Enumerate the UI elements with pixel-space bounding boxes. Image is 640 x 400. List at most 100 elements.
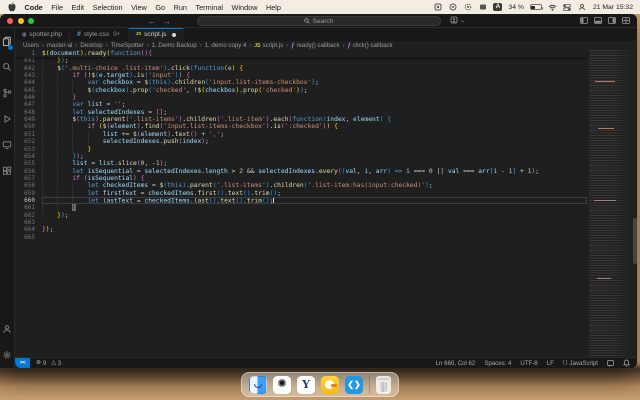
line-code[interactable]: } — [42, 204, 587, 212]
menu-item-run[interactable]: Run — [174, 3, 187, 12]
line-number[interactable]: 643 — [15, 72, 42, 79]
input-source-icon[interactable]: A — [493, 3, 503, 11]
line-number[interactable]: 651 — [15, 131, 42, 138]
minimize-window-button[interactable] — [17, 18, 24, 24]
line-number[interactable]: 641 — [15, 57, 42, 64]
breadcrumb-item[interactable]: 1. Demo Backup — [152, 42, 197, 49]
breadcrumb-item[interactable]: ƒ ready() callback — [291, 42, 339, 49]
line-code[interactable]: var list = ''; — [42, 101, 587, 109]
code-line-645[interactable]: 645 $(checkbox).prop('checked', !$(check… — [15, 86, 587, 94]
line-code[interactable]: list += $(element).text() + ','; — [42, 130, 587, 138]
activity-explorer-icon[interactable] — [0, 28, 14, 54]
code-line-659[interactable]: 659 let firstText = checkedItems.first()… — [15, 189, 587, 197]
line-code[interactable]: } — [42, 145, 587, 153]
line-number[interactable]: 661 — [15, 204, 42, 211]
line-number[interactable]: 648 — [15, 109, 42, 116]
tab-style-css[interactable]: # style.css 9+ — [69, 28, 129, 41]
code-line-651[interactable]: 651 list += $(element).text() + ','; — [15, 130, 587, 138]
command-center-search[interactable]: Search — [196, 16, 441, 26]
line-number[interactable]: 656 — [15, 168, 42, 175]
apple-menu-icon[interactable] — [7, 2, 16, 12]
breadcrumb-item[interactable]: Desktop — [80, 42, 102, 49]
line-number[interactable]: 665 — [15, 234, 42, 241]
problems-status[interactable]: ⊗ 9 △ 3 — [36, 360, 61, 367]
code-editor[interactable]: 1 $(document).ready(function(){ 641 }); 64… — [15, 50, 637, 357]
menu-item-go[interactable]: Go — [155, 3, 165, 12]
line-code[interactable]: list = list.slice(0, -1); — [42, 160, 587, 168]
close-window-button[interactable] — [7, 18, 13, 24]
navigate-back-icon[interactable]: ← — [148, 17, 156, 26]
line-code[interactable]: $(checkbox).prop('checked', !$(checkbox)… — [42, 86, 587, 94]
cursor-position[interactable]: Ln 660, Col 62 — [436, 360, 476, 367]
zoom-window-button[interactable] — [28, 18, 34, 24]
duck-app-dock-icon[interactable] — [321, 375, 339, 394]
code-line-665[interactable]: 665 — [15, 234, 587, 241]
line-code[interactable]: }); — [42, 211, 587, 219]
customize-layout-icon[interactable] — [622, 17, 630, 24]
control-center-icon[interactable] — [563, 3, 572, 12]
eol-status[interactable]: LF — [547, 360, 554, 367]
line-code[interactable]: if ($(element).find('input.list-items-ch… — [42, 123, 587, 131]
code-line-650[interactable]: 650 if ($(element).find('input.list-item… — [15, 123, 587, 131]
line-number[interactable]: 646 — [15, 94, 42, 101]
menu-bar-clock[interactable]: 21 Mar 15:32 — [593, 4, 633, 11]
code-line-660[interactable]: 660 let lastText = checkedItems.last().t… — [15, 196, 587, 205]
line-number[interactable]: 642 — [15, 65, 42, 72]
code-line-643[interactable]: 643 if (!$(e.target).is('input')) { — [15, 72, 587, 80]
line-code[interactable]: if (!$(e.target).is('input')) { — [42, 72, 587, 80]
line-number[interactable]: 664 — [15, 226, 42, 233]
code-line-655[interactable]: 655 list = list.slice(0, -1); — [15, 160, 587, 168]
navigate-forward-icon[interactable]: → — [163, 17, 171, 26]
line-code[interactable]: let checkedItems = $(this).parent('.list… — [42, 182, 587, 190]
line-number[interactable]: 653 — [15, 146, 42, 153]
line-number[interactable]: 655 — [15, 160, 42, 167]
line-code[interactable] — [42, 234, 587, 241]
code-line-649[interactable]: 649 $(this).parent('.list-items').childr… — [15, 116, 587, 124]
settings-gear-icon[interactable] — [0, 342, 14, 368]
trash-dock-icon[interactable] — [376, 375, 391, 394]
code-line-648[interactable]: 648 let selectedIndexes = []; — [15, 108, 587, 116]
line-code[interactable]: $('.multi-choice .list-item').click(func… — [42, 64, 587, 72]
menu-item-file[interactable]: File — [51, 3, 63, 12]
tab-spotter-php[interactable]: φ spotter.php — [15, 28, 70, 41]
breadcrumb-item[interactable]: Users — [23, 42, 39, 49]
editor-scrollbar[interactable] — [633, 218, 637, 264]
line-number[interactable]: 644 — [15, 79, 42, 86]
toggle-primary-sidebar-icon[interactable] — [580, 17, 588, 24]
code-line-658[interactable]: 658 let checkedItems = $(this).parent('.… — [15, 182, 587, 190]
line-number[interactable]: 1 — [15, 50, 42, 57]
line-code[interactable]: }); — [42, 57, 587, 65]
activity-search-icon[interactable] — [0, 54, 14, 80]
menu-item-selection[interactable]: Selection — [93, 3, 123, 12]
notifications-bell-icon[interactable] — [623, 359, 630, 367]
code-line-664[interactable]: 664}); — [15, 226, 587, 233]
line-code[interactable]: let firstText = checkedItems.first().tex… — [42, 189, 587, 197]
line-code[interactable]: }); — [42, 226, 587, 233]
window-title-bar[interactable]: ← → Search ⌄ — [0, 14, 637, 28]
encoding-status[interactable]: UTF-8 — [520, 360, 537, 367]
menu-extra-icon-2[interactable] — [448, 3, 457, 12]
line-code[interactable]: if (isSequential) { — [42, 174, 587, 182]
user-switch-icon[interactable] — [578, 3, 587, 12]
line-code[interactable]: $(document).ready(function(){ — [42, 50, 587, 57]
line-code[interactable]: }); — [42, 152, 587, 160]
line-number[interactable]: 654 — [15, 153, 42, 160]
chatgpt-dock-icon[interactable]: ✺ — [273, 375, 291, 394]
accounts-icon[interactable] — [0, 316, 14, 342]
battery-icon[interactable] — [529, 4, 544, 10]
remote-indicator[interactable]: >< — [15, 358, 30, 368]
line-code[interactable]: let isSequential = selectedIndexes.lengt… — [42, 167, 587, 175]
code-line-647[interactable]: 647 var list = ''; — [15, 101, 587, 109]
activity-extensions-icon[interactable] — [0, 158, 14, 184]
menu-item-window[interactable]: Window — [232, 3, 258, 12]
finder-dock-icon[interactable] — [249, 375, 267, 394]
line-code[interactable] — [42, 219, 587, 226]
code-line-661[interactable]: 661 } — [15, 204, 587, 212]
line-number[interactable]: 659 — [15, 190, 42, 197]
code-line-663[interactable]: 663 — [15, 219, 587, 226]
line-number[interactable]: 649 — [15, 116, 42, 123]
line-number[interactable]: 658 — [15, 182, 42, 189]
line-code[interactable]: let lastText = checkedItems.last().text(… — [42, 196, 587, 205]
line-number[interactable]: 662 — [15, 212, 42, 219]
code-line-641[interactable]: 641 }); — [15, 57, 587, 65]
